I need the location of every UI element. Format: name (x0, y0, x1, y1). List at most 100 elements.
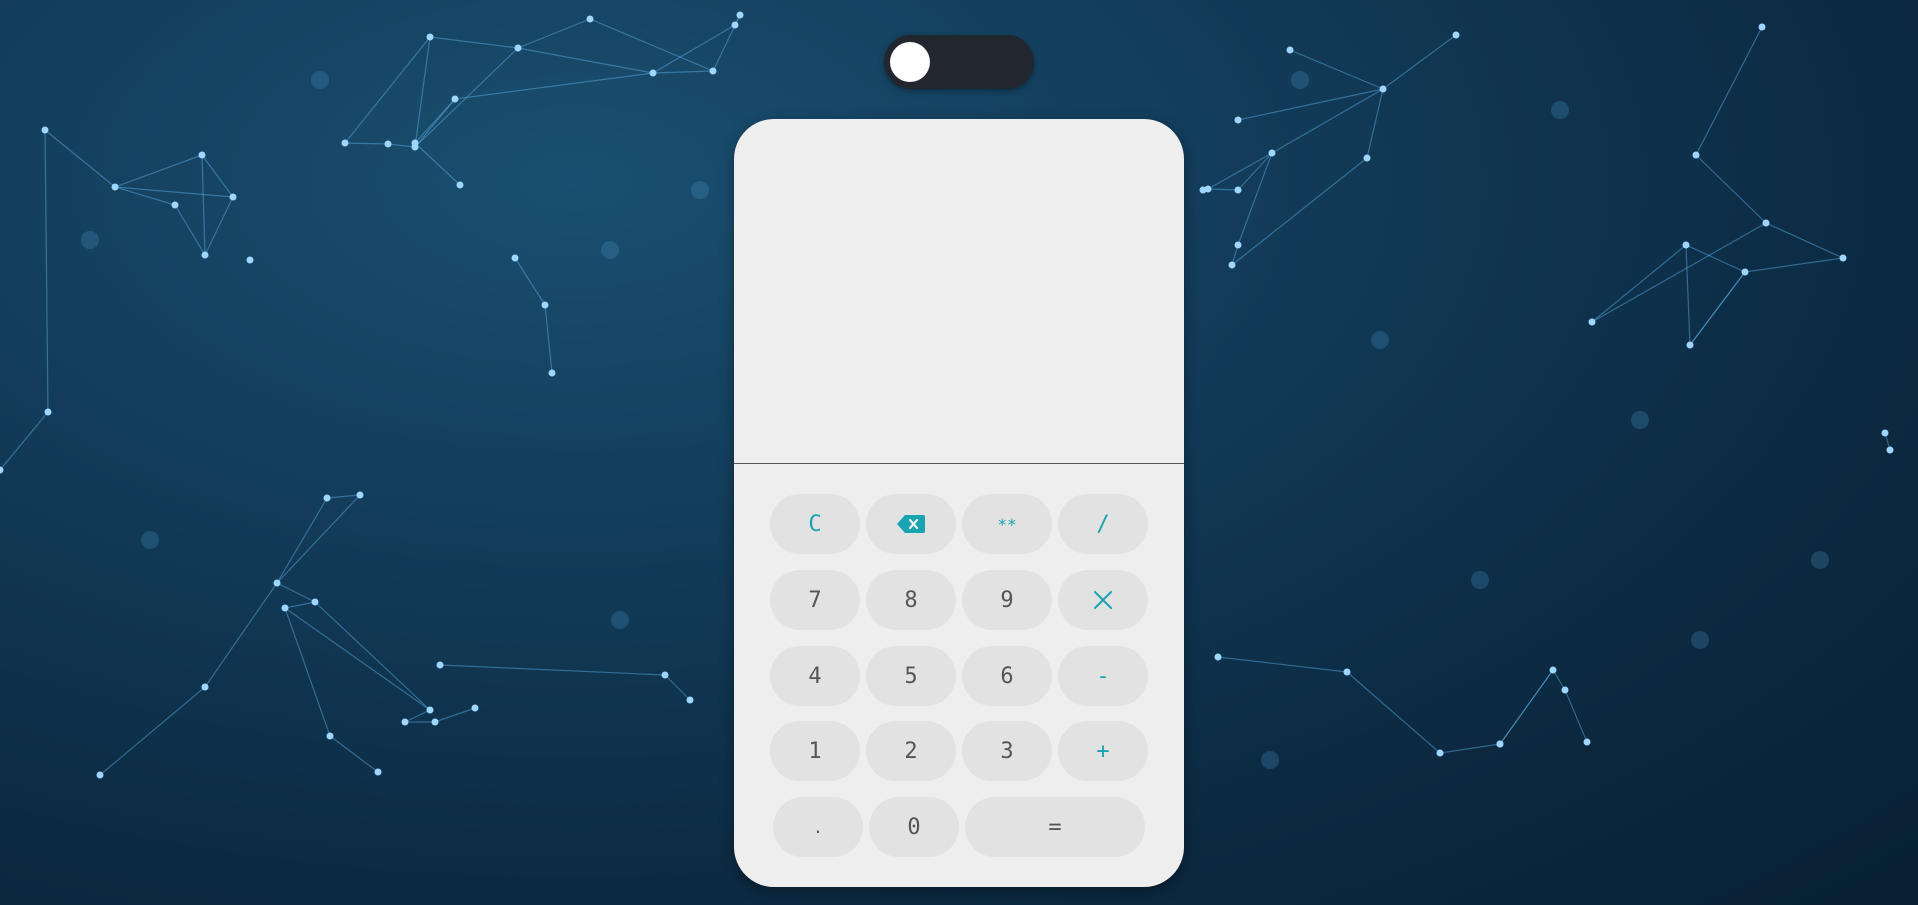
network-node (661, 671, 669, 679)
network-node (311, 598, 319, 606)
digit-9-button[interactable]: 9 (962, 570, 1052, 630)
network-node (1839, 254, 1847, 262)
network-link (1271, 88, 1384, 154)
network-node-blurred (691, 181, 709, 199)
network-node (514, 44, 522, 52)
network-node (511, 254, 519, 262)
network-node (229, 193, 237, 201)
network-node (281, 604, 289, 612)
network-node (1214, 653, 1222, 661)
network-node-blurred (81, 231, 99, 249)
network-node (1682, 241, 1690, 249)
network-node (1762, 219, 1770, 227)
network-link (434, 707, 476, 723)
network-node (586, 15, 594, 23)
decimal-button[interactable]: . (773, 797, 863, 857)
network-link (439, 664, 666, 676)
network-node (1286, 46, 1294, 54)
network-link (544, 304, 553, 374)
equals-button[interactable]: = (965, 797, 1145, 857)
network-node-blurred (611, 611, 629, 629)
network-link (664, 674, 691, 701)
clear-button[interactable]: C (770, 494, 860, 554)
network-link (589, 18, 714, 72)
network-link (414, 142, 461, 186)
network-node (1379, 85, 1387, 93)
network-node (1452, 31, 1460, 39)
network-link (201, 154, 206, 256)
network-node (1228, 261, 1236, 269)
network-node-blurred (1471, 571, 1489, 589)
network-node-blurred (1291, 71, 1309, 89)
network-node-blurred (1371, 331, 1389, 349)
network-node (356, 491, 364, 499)
network-node (1234, 241, 1242, 249)
network-node (0, 466, 4, 474)
network-link (284, 601, 316, 609)
network-link (1346, 671, 1441, 754)
network-node (96, 771, 104, 779)
network-node (1343, 668, 1351, 676)
digit-2-button[interactable]: 2 (866, 721, 956, 781)
network-node (111, 183, 119, 191)
network-node (731, 21, 739, 29)
digit-0-button[interactable]: 0 (869, 797, 959, 857)
network-link (1237, 152, 1273, 191)
network-node (1436, 749, 1444, 757)
toggle-knob[interactable] (890, 42, 930, 82)
network-link (0, 411, 49, 471)
network-link (1366, 88, 1384, 159)
network-node (323, 494, 331, 502)
network-node (246, 256, 254, 264)
network-link (1237, 152, 1273, 246)
network-node (471, 704, 479, 712)
digit-1-button[interactable]: 1 (770, 721, 860, 781)
network-node (1692, 151, 1700, 159)
digit-5-button[interactable]: 5 (866, 646, 956, 706)
network-link (652, 70, 714, 74)
network-node (736, 11, 744, 19)
digit-3-button[interactable]: 3 (962, 721, 1052, 781)
network-node (201, 683, 209, 691)
multiply-button[interactable] (1058, 570, 1148, 630)
network-link (344, 142, 389, 145)
network-link (1207, 188, 1239, 191)
network-node (548, 369, 556, 377)
network-link (517, 18, 591, 49)
digit-8-button[interactable]: 8 (866, 570, 956, 630)
digit-7-button[interactable]: 7 (770, 570, 860, 630)
network-node (1234, 186, 1242, 194)
network-node (686, 696, 694, 704)
network-node (1881, 429, 1889, 437)
divide-button[interactable]: / (1058, 494, 1148, 554)
network-link (204, 196, 234, 256)
network-link (284, 607, 331, 737)
network-link (1695, 26, 1763, 156)
digit-6-button[interactable]: 6 (962, 646, 1052, 706)
minus-button[interactable]: - (1058, 646, 1148, 706)
plus-button[interactable]: + (1058, 721, 1148, 781)
network-link (1499, 669, 1554, 745)
network-link (329, 735, 379, 773)
network-node (171, 201, 179, 209)
network-link (204, 582, 278, 688)
power-button[interactable]: ** (962, 494, 1052, 554)
network-link (44, 129, 116, 188)
network-node (1758, 23, 1766, 31)
network-node (41, 126, 49, 134)
network-link (314, 601, 431, 711)
network-node (1741, 268, 1749, 276)
network-link (1591, 222, 1767, 323)
theme-toggle[interactable] (884, 35, 1034, 89)
network-link (1207, 152, 1273, 190)
network-link (1685, 244, 1746, 273)
network-node (1583, 738, 1591, 746)
network-link (1685, 244, 1691, 346)
backspace-button[interactable] (866, 494, 956, 554)
network-node-blurred (311, 71, 329, 89)
network-link (44, 129, 49, 413)
network-node (44, 408, 52, 416)
network-node (384, 140, 392, 148)
digit-4-button[interactable]: 4 (770, 646, 860, 706)
calculator: C ** / 7 8 9 4 5 6 - 1 2 3 + . 0 = (734, 119, 1184, 887)
